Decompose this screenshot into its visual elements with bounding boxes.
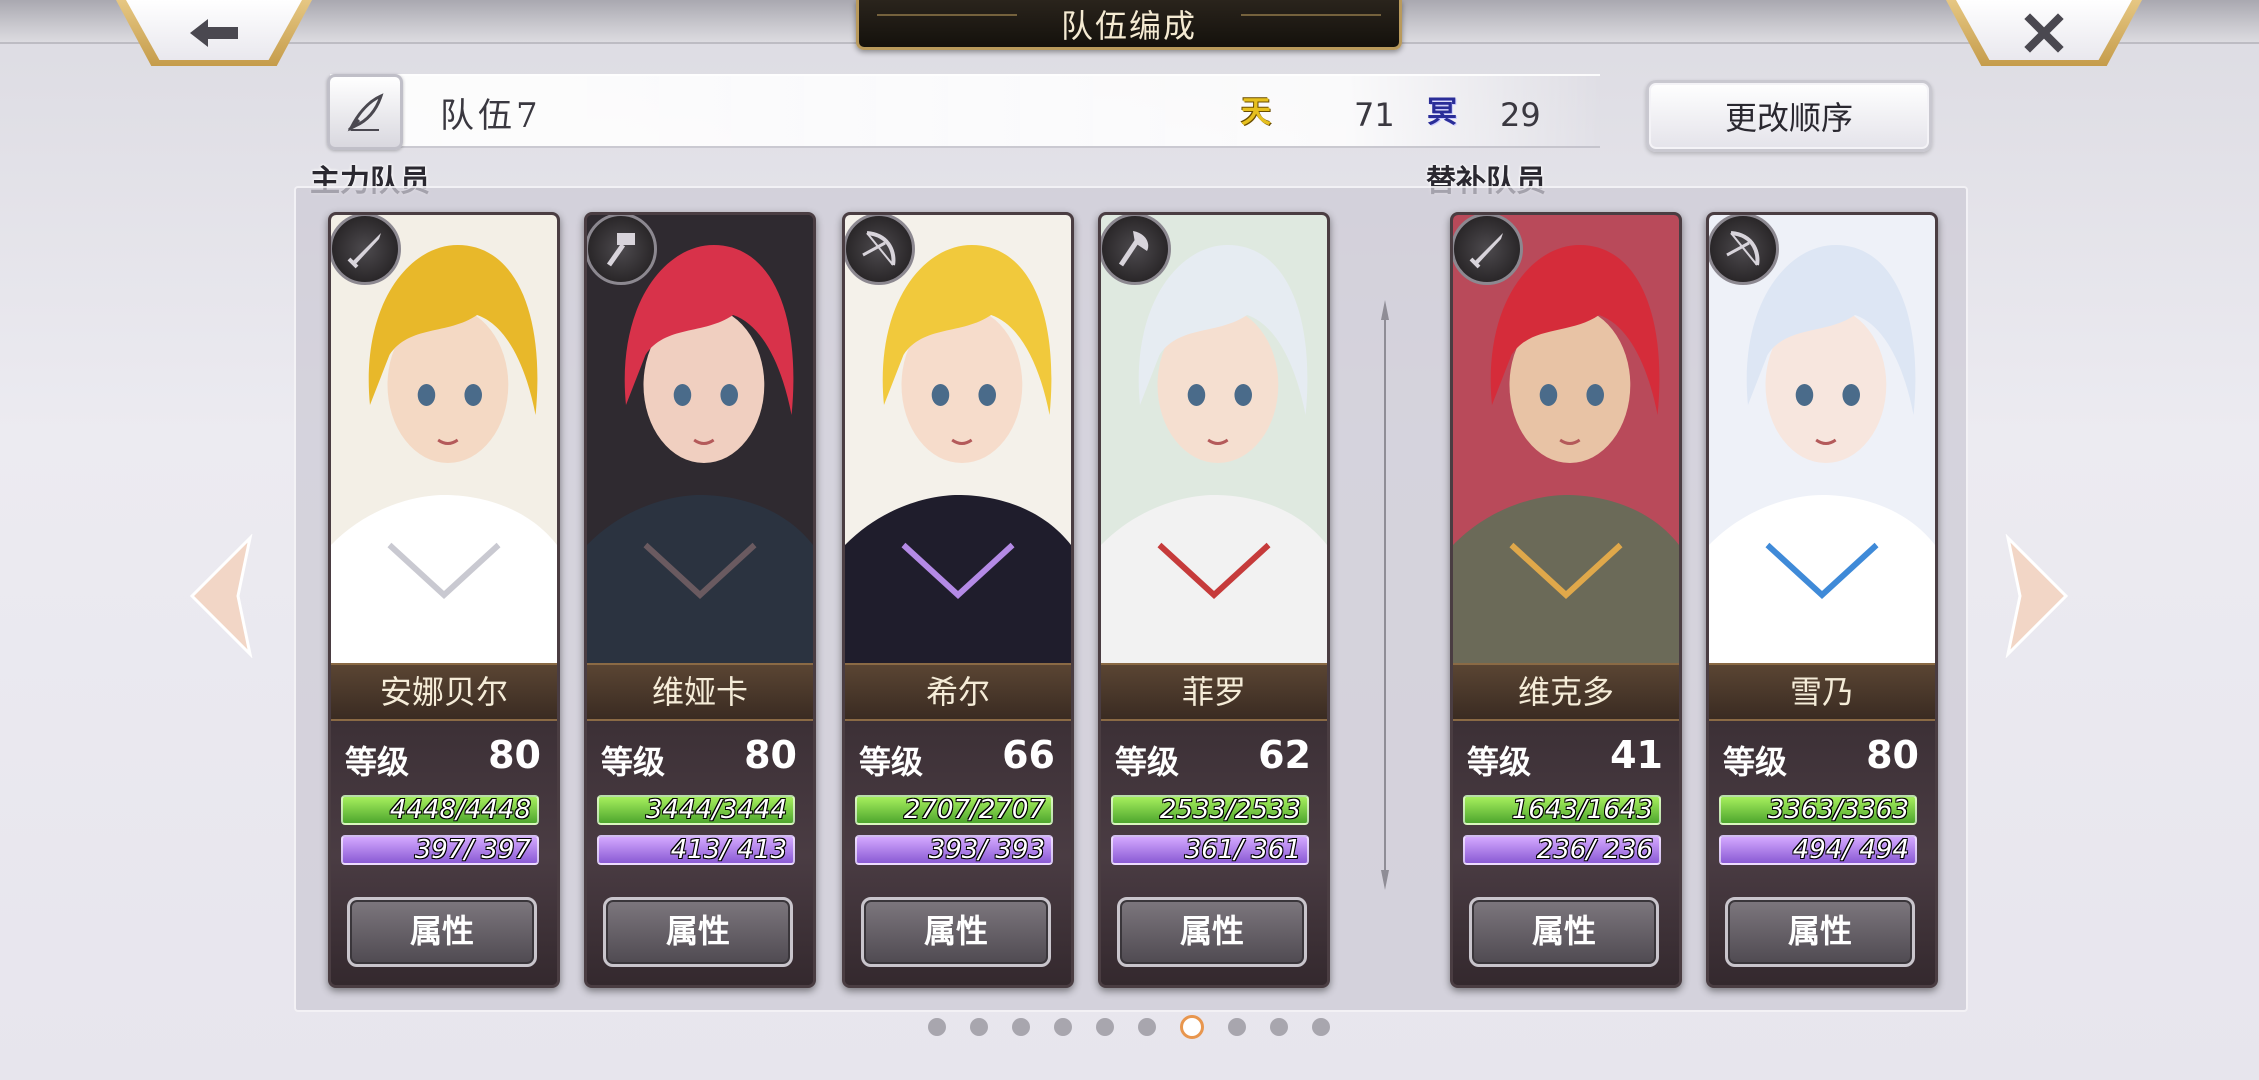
member-name: 菲罗 (1101, 663, 1327, 721)
member-name: 维娅卡 (587, 663, 813, 721)
attributes-button[interactable]: 属性 (861, 897, 1051, 967)
mp-bar: 413/ 413 (597, 835, 795, 865)
edit-team-name-button[interactable] (327, 74, 403, 150)
mp-bar: 393/ 393 (855, 835, 1053, 865)
back-button[interactable] (116, 0, 312, 66)
attributes-button[interactable]: 属性 (1469, 897, 1659, 967)
mp-bar: 397/ 397 (341, 835, 539, 865)
mp-bar: 236/ 236 (1463, 835, 1661, 865)
hp-bar: 1643/1643 (1463, 795, 1661, 825)
level-value: 80 (744, 733, 797, 777)
page-dot[interactable] (928, 1018, 946, 1036)
member-card[interactable]: 雪乃 等级 80 3363/3363 494/ 494 属性 (1706, 212, 1938, 988)
class-badge (845, 215, 915, 285)
page-dot[interactable] (970, 1018, 988, 1036)
member-name: 希尔 (845, 663, 1071, 721)
mp-bar: 361/ 361 (1111, 835, 1309, 865)
level-value: 62 (1258, 733, 1311, 777)
level-label: 等级 (1115, 743, 1180, 781)
close-icon (2024, 13, 2064, 53)
member-stats: 等级 80 4448/4448 397/ 397 属性 (331, 721, 557, 985)
prev-page-arrow-icon[interactable] (188, 534, 254, 658)
sword-icon (347, 233, 381, 269)
attributes-button[interactable]: 属性 (603, 897, 793, 967)
level-label: 等级 (859, 743, 924, 781)
class-badge (1453, 215, 1523, 285)
level-value: 80 (488, 733, 541, 777)
hp-bar: 4448/4448 (341, 795, 539, 825)
page-dot[interactable] (1228, 1018, 1246, 1036)
reorder-button[interactable]: 更改顺序 (1646, 80, 1932, 152)
member-name: 雪乃 (1709, 663, 1935, 721)
divider (1381, 300, 1389, 890)
hp-bar: 2707/2707 (855, 795, 1053, 825)
hp-bar: 3363/3363 (1719, 795, 1917, 825)
member-stats: 等级 41 1643/1643 236/ 236 属性 (1453, 721, 1679, 985)
level-label: 等级 (601, 743, 666, 781)
level-label: 等级 (1467, 743, 1532, 781)
attributes-button[interactable]: 属性 (1725, 897, 1915, 967)
member-stats: 等级 80 3363/3363 494/ 494 属性 (1709, 721, 1935, 985)
level-value: 66 (1002, 733, 1055, 777)
member-card[interactable]: 维克多 等级 41 1643/1643 236/ 236 属性 (1450, 212, 1682, 988)
axe-icon (1118, 231, 1149, 267)
member-stats: 等级 80 3444/3444 413/ 413 属性 (587, 721, 813, 985)
hammer-icon (606, 233, 635, 267)
page-dot[interactable] (1270, 1018, 1288, 1036)
member-stats: 等级 66 2707/2707 393/ 393 属性 (845, 721, 1071, 985)
class-badge (587, 215, 657, 285)
page-dot[interactable] (1054, 1018, 1072, 1036)
sword-icon (1469, 233, 1503, 269)
level-value: 41 (1610, 733, 1663, 777)
hp-bar: 2533/2533 (1111, 795, 1309, 825)
class-badge (1709, 215, 1779, 285)
member-card[interactable]: 希尔 等级 66 2707/2707 393/ 393 属性 (842, 212, 1074, 988)
class-badge (1101, 215, 1171, 285)
team-name: 队伍7 (440, 96, 542, 136)
page-dot[interactable] (1096, 1018, 1114, 1036)
next-page-arrow-icon[interactable] (2004, 534, 2070, 658)
hp-bar: 3444/3444 (597, 795, 795, 825)
page-title: 队伍编成 (856, 0, 1402, 50)
member-card[interactable]: 安娜贝尔 等级 80 4448/4448 397/ 397 属性 (328, 212, 560, 988)
heaven-value: 71 (1354, 96, 1395, 134)
page-dot[interactable] (1180, 1015, 1204, 1039)
bow-icon (1726, 231, 1760, 266)
attributes-button[interactable]: 属性 (347, 897, 537, 967)
pagination (928, 1015, 1330, 1039)
member-name: 安娜贝尔 (331, 663, 557, 721)
mp-bar: 494/ 494 (1719, 835, 1917, 865)
close-button[interactable] (1946, 0, 2142, 66)
level-label: 等级 (1723, 743, 1788, 781)
attributes-button[interactable]: 属性 (1117, 897, 1307, 967)
page-dot[interactable] (1012, 1018, 1030, 1036)
class-badge (331, 215, 401, 285)
level-value: 80 (1866, 733, 1919, 777)
member-name: 维克多 (1453, 663, 1679, 721)
bow-icon (862, 231, 896, 266)
page-dot[interactable] (1138, 1018, 1156, 1036)
member-card[interactable]: 维娅卡 等级 80 3444/3444 413/ 413 属性 (584, 212, 816, 988)
member-stats: 等级 62 2533/2533 361/ 361 属性 (1101, 721, 1327, 985)
quill-icon (347, 93, 384, 132)
hell-value: 29 (1500, 96, 1541, 134)
level-label: 等级 (345, 743, 410, 781)
member-card[interactable]: 菲罗 等级 62 2533/2533 361/ 361 属性 (1098, 212, 1330, 988)
page-dot[interactable] (1312, 1018, 1330, 1036)
arrow-left-icon (190, 19, 238, 47)
hell-icon: 冥 (1427, 95, 1457, 130)
heaven-icon: 天 (1241, 95, 1271, 130)
